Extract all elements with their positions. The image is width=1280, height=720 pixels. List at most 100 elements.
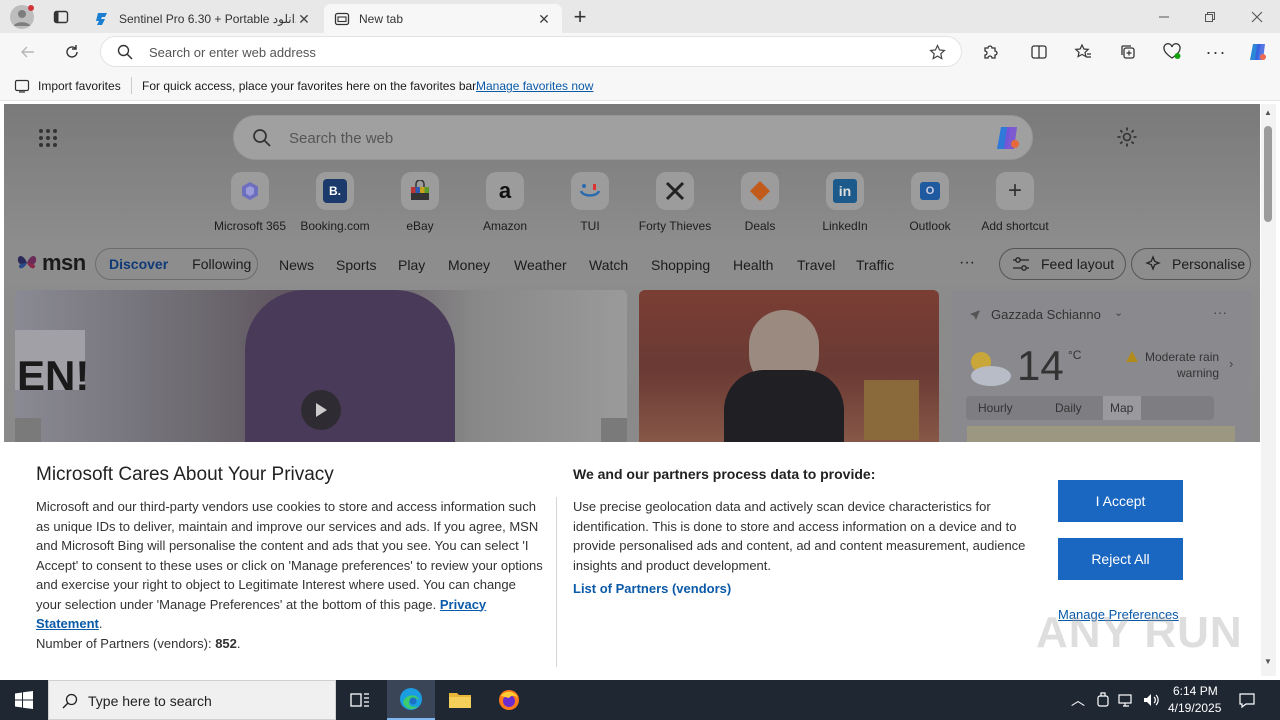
start-button[interactable] (0, 680, 48, 720)
network-icon[interactable] (1118, 692, 1134, 708)
weather-unit[interactable]: °C (1068, 348, 1081, 362)
nav-more-icon[interactable]: ··· (959, 254, 975, 272)
outlook-icon: O (920, 182, 940, 200)
feed-layout-button[interactable]: Feed layout (999, 248, 1126, 280)
refresh-button[interactable] (58, 39, 86, 65)
reject-all-button[interactable]: Reject All (1058, 538, 1183, 580)
nav-travel[interactable]: Travel (797, 257, 835, 273)
weather-more-icon[interactable]: ··· (1213, 304, 1227, 320)
windows-taskbar: Type here to search ︿ 6:14 PM 4/19/2025 (0, 680, 1280, 720)
close-tab-icon[interactable]: ✕ (296, 11, 312, 27)
import-favorites-icon (14, 79, 30, 93)
weather-tab-daily[interactable]: Daily (1055, 401, 1082, 415)
video-play-button[interactable] (301, 390, 341, 430)
more-dots-icon: ··· (1205, 41, 1227, 62)
nav-shopping[interactable]: Shopping (651, 257, 710, 273)
profile-avatar[interactable] (10, 5, 34, 29)
search-icon (62, 693, 78, 709)
import-favorites-link[interactable]: Import favorites (38, 79, 121, 93)
scroll-down-icon[interactable]: ▼ (1264, 657, 1272, 666)
split-screen-button[interactable] (1025, 39, 1053, 65)
notifications-icon[interactable] (1238, 691, 1256, 709)
msn-logo[interactable]: msn (15, 250, 86, 276)
web-search-box[interactable]: Search the web (233, 115, 1033, 160)
volume-icon[interactable] (1142, 692, 1160, 708)
partners-label: Number of Partners (vendors): (36, 635, 212, 651)
shortcut-linkedin[interactable]: in LinkedIn (802, 170, 888, 233)
weather-card[interactable]: Gazzada Schianno ⌄ ··· 14 °C Moderate ra… (951, 290, 1252, 450)
tab-sentinel[interactable]: Sentinel Pro 6.30 + Portable دانلود ✕ (84, 4, 322, 33)
restore-icon (1205, 11, 1215, 22)
shortcut-microsoft-365[interactable]: Microsoft 365 (207, 170, 293, 233)
browser-essentials-button[interactable] (1158, 39, 1186, 65)
weather-temperature: 14 (1017, 342, 1064, 389)
tab-actions-button[interactable] (48, 4, 74, 30)
settings-more-button[interactable]: ··· (1202, 39, 1230, 65)
msn-butterfly-icon (17, 256, 37, 269)
taskbar-edge[interactable] (387, 680, 435, 720)
weather-tab-hourly[interactable]: Hourly (978, 401, 1013, 415)
shortcut-outlook[interactable]: O Outlook (887, 170, 973, 233)
nav-weather[interactable]: Weather (514, 257, 567, 273)
page-scrollbar[interactable]: ▲ ▼ (1261, 104, 1276, 676)
nav-watch[interactable]: Watch (589, 257, 628, 273)
minimize-icon (1159, 16, 1169, 17)
nav-money[interactable]: Money (448, 257, 490, 273)
scroll-up-icon[interactable]: ▲ (1264, 108, 1272, 117)
task-view-button[interactable] (338, 680, 382, 720)
extensions-button[interactable] (977, 39, 1005, 65)
weather-alert-line2[interactable]: warning (1177, 366, 1219, 380)
shortcut-tui[interactable]: TUI (547, 170, 633, 233)
privacy-body: Microsoft and our third-party vendors us… (36, 497, 544, 653)
accept-button[interactable]: I Accept (1058, 480, 1183, 522)
manage-favorites-link[interactable]: Manage favorites now (476, 79, 593, 93)
new-tab-button[interactable]: + (568, 4, 592, 29)
tab-discover[interactable]: Discover (109, 256, 168, 272)
nav-sports[interactable]: Sports (336, 257, 376, 273)
shortcut-booking[interactable]: B. Booking.com (292, 170, 378, 233)
apps-launcher-button[interactable] (38, 128, 58, 148)
close-tab-icon[interactable]: ✕ (536, 11, 552, 27)
weather-location[interactable]: Gazzada Schianno (991, 307, 1101, 322)
nav-traffic[interactable]: Traffic (856, 257, 894, 273)
shortcut-label: Microsoft 365 (213, 219, 287, 233)
favorite-star-icon[interactable] (929, 44, 946, 61)
news-card-video[interactable]: EN! (15, 290, 627, 450)
taskbar-file-explorer[interactable] (436, 680, 484, 720)
collections-button[interactable] (1114, 39, 1142, 65)
personalise-button[interactable]: Personalise (1131, 248, 1251, 280)
tab-following[interactable]: Following (192, 256, 251, 272)
favorites-button[interactable] (1069, 39, 1097, 65)
copilot-button[interactable] (1244, 39, 1272, 65)
card-image-person (245, 290, 455, 450)
shortcut-forty-thieves[interactable]: Forty Thieves (632, 170, 718, 233)
page-settings-button[interactable] (1116, 126, 1138, 148)
nav-health[interactable]: Health (733, 257, 773, 273)
nav-news[interactable]: News (279, 257, 314, 273)
tray-device-icon[interactable] (1096, 692, 1110, 708)
shortcut-deals[interactable]: Deals (717, 170, 803, 233)
shortcut-ebay[interactable]: eBay (377, 170, 463, 233)
nav-play[interactable]: Play (398, 257, 425, 273)
minimize-button[interactable] (1141, 0, 1187, 33)
restore-button[interactable] (1187, 0, 1233, 33)
clock-date[interactable]: 4/19/2025 (1168, 701, 1221, 715)
list-of-partners-link[interactable]: List of Partners (vendors) (573, 581, 731, 596)
weather-tab-map[interactable]: Map (1110, 401, 1133, 415)
taskbar-search-placeholder: Type here to search (88, 693, 212, 709)
copilot-icon[interactable] (993, 123, 1023, 153)
close-window-button[interactable] (1234, 0, 1280, 33)
clock-time[interactable]: 6:14 PM (1173, 684, 1218, 698)
back-button[interactable] (14, 39, 42, 65)
taskbar-search-box[interactable]: Type here to search (48, 680, 336, 720)
shortcut-amazon[interactable]: a Amazon (462, 170, 548, 233)
address-bar[interactable]: Search or enter web address (100, 36, 962, 67)
taskbar-firefox[interactable] (485, 680, 533, 720)
weather-alert-line1[interactable]: Moderate rain (1145, 350, 1219, 364)
shortcut-add[interactable]: + Add shortcut (972, 170, 1058, 233)
tui-icon (579, 184, 601, 197)
tab-new-tab[interactable]: New tab ✕ (324, 4, 562, 33)
news-card-politics[interactable] (639, 290, 939, 450)
scrollbar-thumb[interactable] (1264, 126, 1272, 222)
tray-overflow-icon[interactable]: ︿ (1071, 690, 1085, 710)
